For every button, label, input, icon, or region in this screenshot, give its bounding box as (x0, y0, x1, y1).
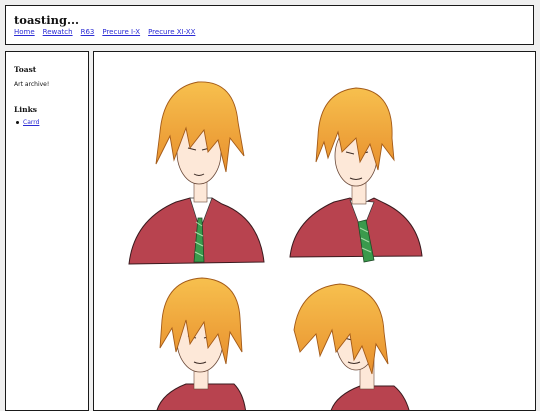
sketch-figure-2 (289, 87, 423, 263)
sidebar: Toast Art archive! Links Carrd (5, 51, 89, 411)
sidebar-links-list: Carrd (14, 119, 39, 126)
nav-precure-11-20-link[interactable]: Precure XI-XX (148, 28, 195, 36)
nav-home-link[interactable]: Home (14, 28, 35, 36)
sidebar-links-heading: Links (14, 105, 37, 114)
nav-rewatch-link[interactable]: Rewatch (43, 28, 73, 36)
nav-r63-link[interactable]: R63 (81, 28, 95, 36)
site-title: toasting... (14, 13, 80, 27)
sketch-figure-1 (128, 81, 265, 265)
site-header: toasting... Home Rewatch R63 Precure I-X Pre… (5, 5, 534, 45)
sidebar-title: Toast (14, 65, 37, 74)
sketch-figure-4 (293, 283, 410, 410)
carrd-link[interactable]: Carrd (23, 119, 39, 126)
sidebar-link-item: Carrd (14, 119, 39, 126)
sidebar-description: Art archive! (14, 81, 50, 88)
artwork-image (128, 81, 423, 410)
nav-precure-1-10-link[interactable]: Precure I-X (102, 28, 140, 36)
main-content (93, 51, 536, 411)
sketch-figure-3 (156, 277, 246, 410)
top-nav: Home Rewatch R63 Precure I-X Precure XI-XX (14, 28, 203, 36)
